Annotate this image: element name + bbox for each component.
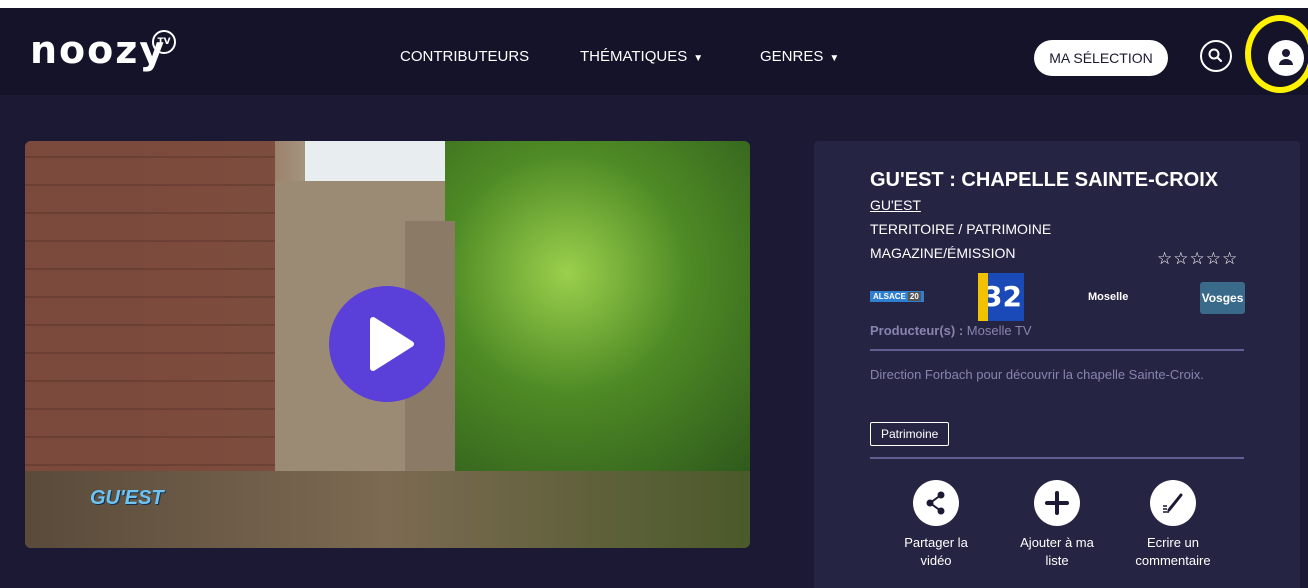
caret-down-icon: ▼ — [829, 53, 840, 64]
action-label: Ecrire un commentaire — [1118, 534, 1228, 570]
play-button[interactable] — [329, 286, 445, 402]
ma-selection-button[interactable]: MA SÉLECTION — [1034, 40, 1168, 76]
add-to-list-button[interactable]: Ajouter à ma liste — [1002, 480, 1112, 570]
pen-icon — [1150, 480, 1196, 526]
video-details-panel: GU'EST : CHAPELLE SAINTE-CROIX GU'EST TE… — [814, 141, 1300, 588]
tag-patrimoine[interactable]: Patrimoine — [870, 422, 950, 446]
channel-name: ALSACE — [873, 292, 906, 301]
nav-genres[interactable]: GENRES ▼ — [760, 48, 839, 65]
action-label-line1: Ajouter à ma — [1020, 535, 1094, 550]
action-label: Partager la vidéo — [881, 534, 991, 570]
noozy-logo[interactable]: noozy TV — [30, 28, 176, 72]
nav-contributeurs[interactable]: CONTRIBUTEURS — [400, 48, 529, 65]
share-video-button[interactable]: Partager la vidéo — [881, 480, 991, 570]
action-label: Ajouter à ma liste — [1002, 534, 1112, 570]
channel-logo-alsace20: ALSACE 20 — [870, 291, 924, 302]
nav-label: THÉMATIQUES — [580, 48, 688, 65]
video-title: GU'EST : CHAPELLE SAINTE-CROIX — [870, 169, 1219, 191]
write-comment-button[interactable]: Ecrire un commentaire — [1118, 480, 1228, 570]
video-watermark: GU'EST — [90, 487, 164, 509]
theme-label[interactable]: TERRITOIRE / PATRIMOINE — [870, 221, 1051, 237]
action-label-line2: vidéo — [920, 553, 952, 568]
user-account-button[interactable] — [1268, 40, 1304, 76]
genre-label[interactable]: MAGAZINE/ÉMISSION — [870, 245, 1015, 261]
divider — [870, 349, 1244, 351]
top-navigation-bar: noozy TV CONTRIBUTEURS THÉMATIQUES ▼ GENR… — [0, 0, 1308, 95]
action-label-line2: commentaire — [1135, 553, 1211, 568]
user-icon — [1279, 49, 1293, 65]
action-label-line1: Partager la — [904, 535, 968, 550]
logo-tv-badge: TV — [152, 30, 176, 54]
caret-down-icon: ▼ — [693, 53, 704, 64]
action-label-line1: Ecrire un — [1146, 535, 1200, 550]
producer-value: Moselle TV — [966, 323, 1032, 338]
channel-badge: 32 — [983, 280, 1022, 313]
channel-logo-canal32: 32 — [978, 273, 1024, 321]
channel-logo-moselle: Moselle — [1088, 291, 1129, 303]
divider — [870, 457, 1244, 459]
channel-badge: 20 — [907, 292, 921, 301]
search-button[interactable] — [1200, 40, 1232, 72]
producer-label: Producteur(s) : — [870, 323, 964, 338]
channel-logo-vosges: Vosges — [1200, 282, 1245, 314]
play-icon — [370, 317, 414, 371]
video-thumbnail-trees — [445, 141, 750, 471]
channel-stripe — [978, 273, 988, 321]
share-icon — [913, 480, 959, 526]
video-player[interactable]: GU'EST — [25, 141, 750, 548]
star-rating[interactable]: ☆☆☆☆☆ — [1157, 249, 1238, 269]
nav-label: GENRES — [760, 48, 824, 65]
plus-icon — [1034, 480, 1080, 526]
producer-line: Producteur(s) : Moselle TV — [870, 323, 1032, 338]
program-link[interactable]: GU'EST — [870, 197, 921, 213]
action-label-line2: liste — [1045, 553, 1069, 568]
nav-label: CONTRIBUTEURS — [400, 48, 530, 65]
search-icon — [1208, 48, 1223, 63]
video-description: Direction Forbach pour découvrir la chap… — [870, 367, 1204, 382]
logo-text: noozy — [30, 28, 167, 72]
nav-thematiques[interactable]: THÉMATIQUES ▼ — [580, 48, 703, 65]
